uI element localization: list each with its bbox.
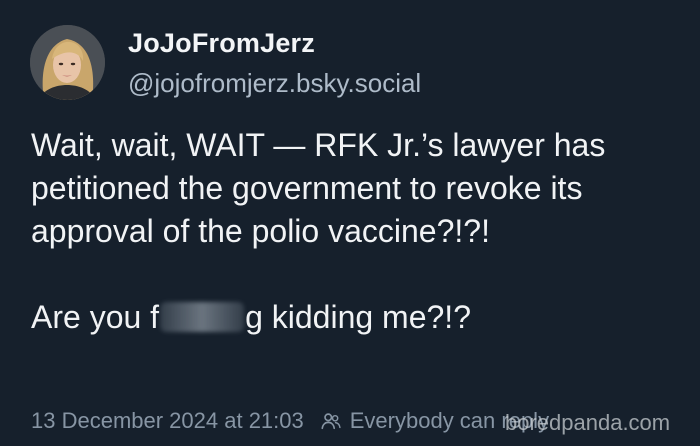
author-handle[interactable]: @jojofromjerz.bsky.social: [128, 68, 421, 99]
post-body: Wait, wait, WAIT — RFK Jr.’s lawyer has …: [31, 124, 671, 339]
watermark: boredpanda.com: [505, 410, 671, 435]
censor-blur: [160, 302, 245, 332]
post-card: JoJoFromJerz @jojofromjerz.bsky.social W…: [0, 0, 700, 446]
author-display-name[interactable]: JoJoFromJerz: [128, 28, 315, 59]
post-paragraph-2-end: g kidding me?!?: [245, 299, 471, 335]
people-icon: [321, 413, 341, 430]
post-timestamp[interactable]: 13 December 2024 at 21:03: [31, 408, 304, 434]
profile-photo-icon: [30, 25, 105, 100]
post-paragraph-1: Wait, wait, WAIT — RFK Jr.’s lawyer has …: [31, 127, 606, 249]
avatar[interactable]: [30, 25, 105, 100]
post-paragraph-2: Are you f g kidding me?!?: [31, 296, 671, 339]
post-paragraph-2-start: Are you f: [31, 299, 160, 335]
post-meta: 13 December 2024 at 21:03 Everybody can …: [31, 408, 549, 434]
